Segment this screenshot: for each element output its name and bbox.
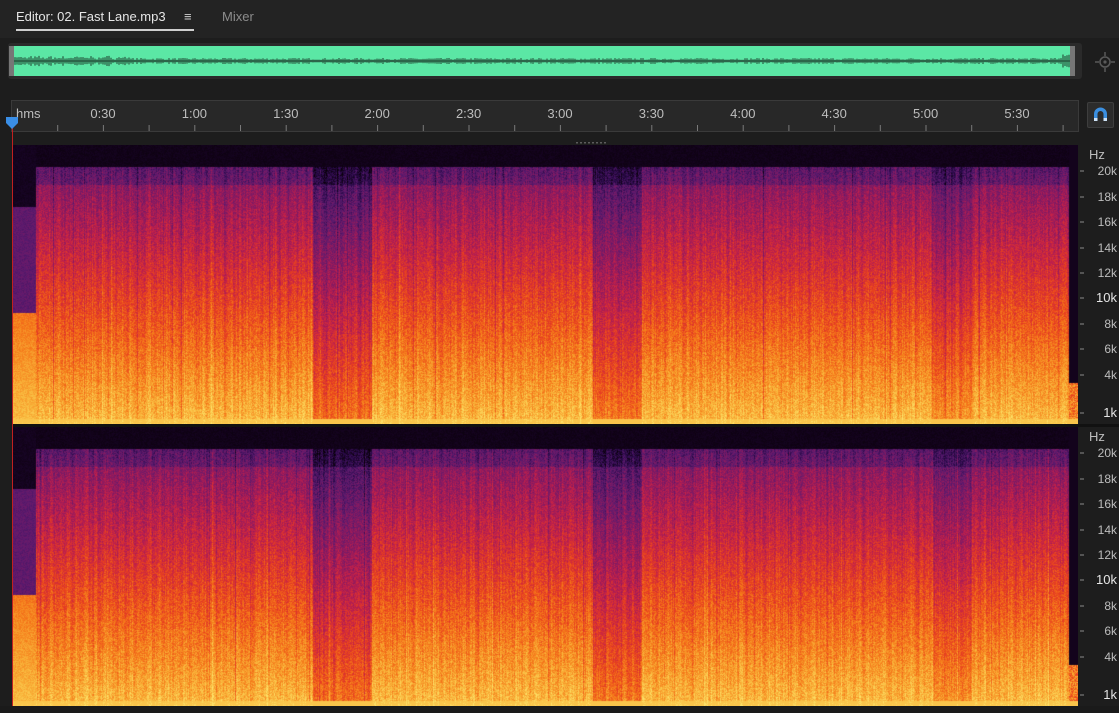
overview-waveform [10,53,1075,69]
freq-label: 4k [1104,650,1118,664]
freq-label: 16k [1098,215,1118,229]
spectral-channel-2[interactable] [12,427,1078,706]
overview-left-handle[interactable] [9,46,14,76]
playhead-line [12,128,13,708]
freq-label: 10k [1096,572,1117,587]
ruler-units-label: hms [16,106,41,121]
time-ruler[interactable]: hms 0:30 1:00 1:30 2:00 2:30 3:00 3:30 4:00 4:30… [11,100,1079,132]
ruler-time-label: 4:30 [822,106,847,121]
tab-mixer[interactable]: Mixer [222,9,254,25]
ruler-time-label: 1:00 [182,106,207,121]
ruler-time-label: 2:00 [365,106,390,121]
freq-label: 6k [1104,624,1118,638]
spectral-channel-1[interactable] [12,145,1078,424]
tab-editor[interactable]: Editor: 02. Fast Lane.mp3 [16,9,166,25]
ruler-time-label: 1:30 [273,106,298,121]
freq-label: 10k [1096,290,1117,305]
hz-unit-label: Hz [1089,147,1105,162]
freq-label: 14k [1098,241,1118,255]
frequency-axis-2: Hz 20k 18k 16k 14k 12k 10k 8k 6k 4k 1k [1080,427,1119,706]
freq-label: 4k [1104,368,1118,382]
freq-label: 14k [1098,523,1118,537]
ruler-time-label: 4:00 [730,106,755,121]
freq-label: 1k [1103,687,1117,702]
zoom-navigator-icon[interactable] [1094,51,1116,73]
frequency-axis-1: Hz 20k 18k 16k 14k 12k 10k 8k 6k 4k 1k [1080,145,1119,424]
hamburger-icon[interactable]: ≡ [184,9,195,25]
ruler-time-label: 3:00 [547,106,572,121]
freq-label: 16k [1098,497,1118,511]
freq-label: 18k [1098,190,1118,204]
freq-label: 1k [1103,405,1117,420]
freq-label: 20k [1098,446,1118,460]
freq-label: 18k [1098,472,1118,486]
snap-magnet-icon[interactable] [1087,102,1114,128]
ruler-time-label: 0:30 [90,106,115,121]
panel-bottom-edge [0,706,1119,713]
active-tab-indicator [16,29,194,31]
overview-right-handle[interactable] [1070,46,1075,76]
freq-label: 8k [1104,599,1118,613]
freq-label: 20k [1098,164,1118,178]
ruler-time-label: 5:30 [1004,106,1029,121]
freq-label: 6k [1104,342,1118,356]
ruler-time-label: 3:30 [639,106,664,121]
freq-label: 12k [1098,266,1118,280]
panel-resize-grip[interactable] [574,134,606,147]
overview-visible-range[interactable] [10,46,1075,76]
ruler-time-label: 5:00 [913,106,938,121]
playhead-icon[interactable] [5,116,19,135]
freq-label: 12k [1098,548,1118,562]
panel-tab-bar: Editor: 02. Fast Lane.mp3 ≡ Mixer [0,0,1119,38]
freq-label: 8k [1104,317,1118,331]
ruler-time-label: 2:30 [456,106,481,121]
hz-unit-label: Hz [1089,429,1105,444]
